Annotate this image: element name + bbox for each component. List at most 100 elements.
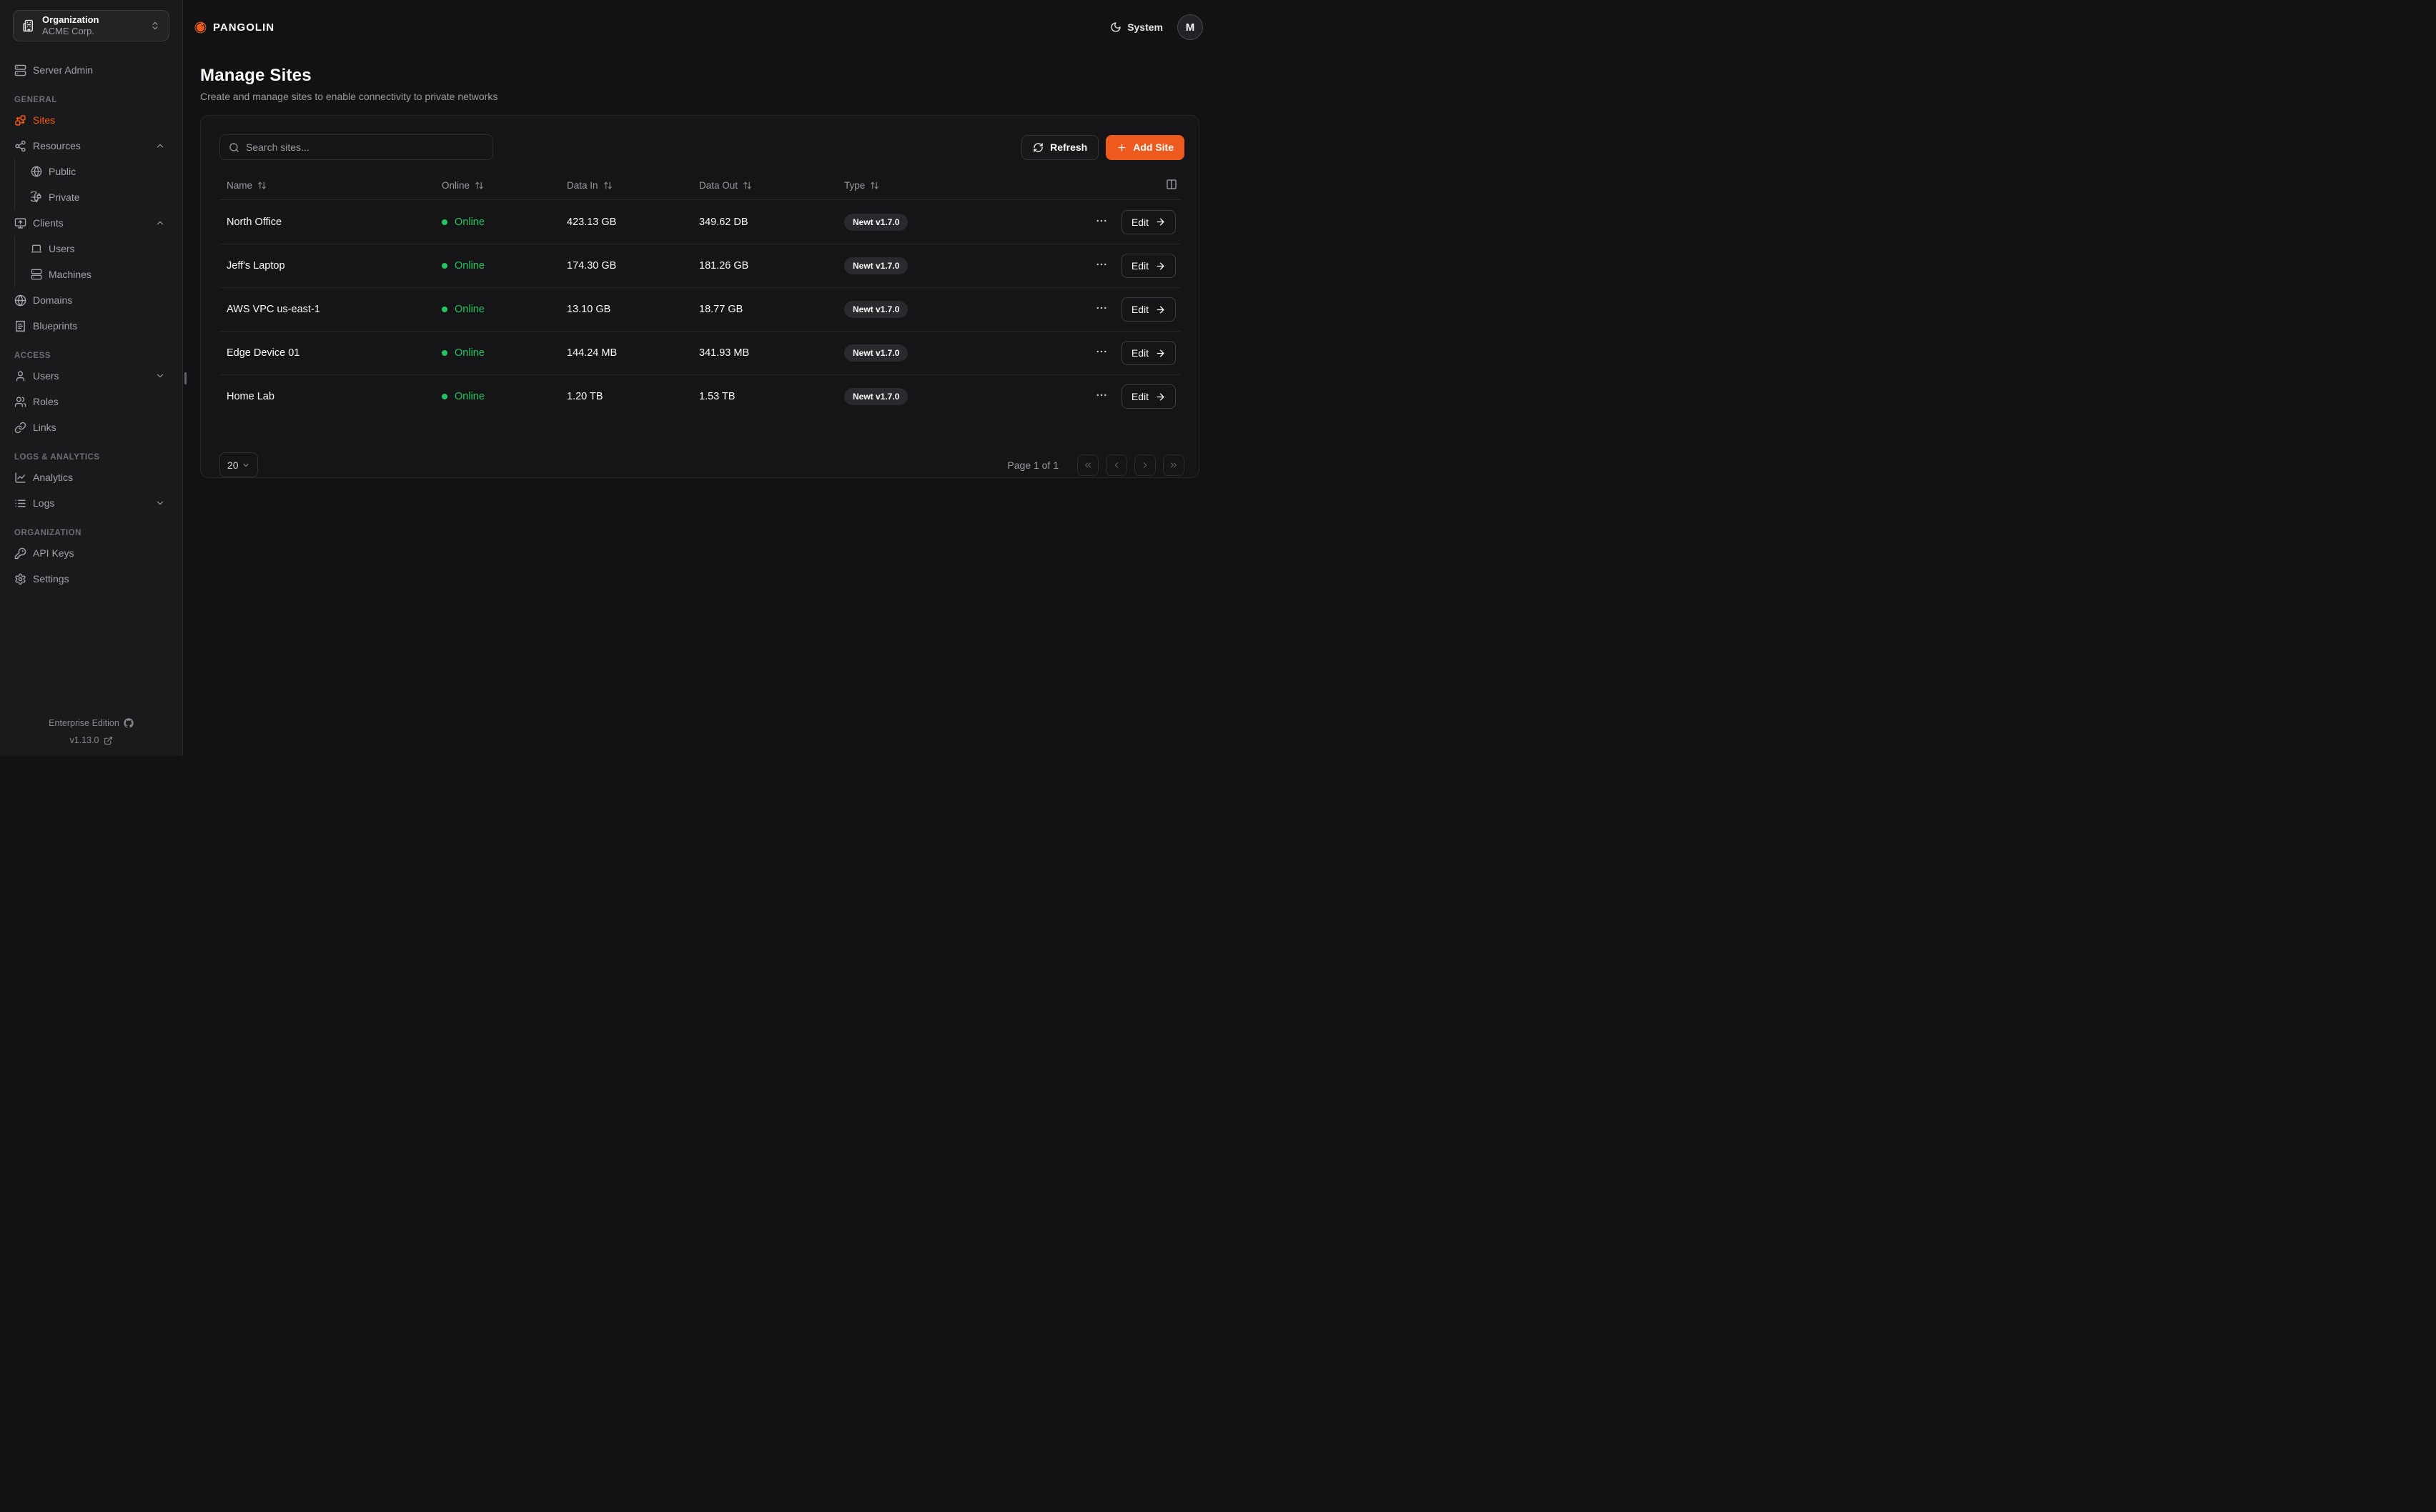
sidebar-item-label: Roles bbox=[33, 396, 165, 407]
column-header-online[interactable]: Online bbox=[442, 180, 567, 191]
sidebar-item-label: Analytics bbox=[33, 472, 165, 483]
first-page-button[interactable] bbox=[1077, 454, 1099, 476]
org-selector-label: Organization bbox=[42, 14, 143, 26]
sort-icon bbox=[475, 181, 484, 190]
sidebar-item-users[interactable]: Users bbox=[10, 363, 172, 389]
theme-toggle[interactable]: System bbox=[1110, 21, 1163, 33]
edit-button[interactable]: Edit bbox=[1122, 210, 1176, 234]
sidebar-item-domains[interactable]: Domains bbox=[10, 287, 172, 313]
page-title: Manage Sites bbox=[200, 66, 1199, 86]
nav-section-label: LOGS & ANALYTICS bbox=[10, 453, 172, 462]
sort-icon bbox=[603, 181, 613, 190]
row-menu-button[interactable] bbox=[1095, 302, 1108, 317]
server-icon bbox=[31, 269, 42, 280]
arrow-right-icon bbox=[1155, 348, 1166, 359]
site-type-cell: Newt v1.7.0 bbox=[844, 344, 1087, 362]
combine-icon bbox=[14, 114, 26, 126]
sidebar-item-public[interactable]: Public bbox=[15, 159, 172, 184]
pagination: 20 Page 1 of 1 bbox=[201, 442, 1199, 477]
row-menu-button[interactable] bbox=[1095, 258, 1108, 274]
org-selector-value: ACME Corp. bbox=[42, 26, 143, 37]
table-body: North OfficeOnline423.13 GB349.62 DBNewt… bbox=[201, 200, 1199, 442]
brand: PANGOLIN bbox=[194, 21, 274, 34]
chart-icon bbox=[14, 472, 26, 484]
sidebar-item-blueprints[interactable]: Blueprints bbox=[10, 313, 172, 339]
sidebar-item-machines[interactable]: Machines bbox=[15, 262, 172, 287]
next-page-button[interactable] bbox=[1134, 454, 1156, 476]
sidebar-item-label: Machines bbox=[49, 269, 165, 280]
refresh-button[interactable]: Refresh bbox=[1021, 135, 1099, 160]
sidebar: Organization ACME Corp. Server AdminGENE… bbox=[0, 0, 183, 756]
moon-icon bbox=[1110, 21, 1122, 33]
sidebar-item-label: Settings bbox=[33, 573, 165, 585]
column-header-type[interactable]: Type bbox=[844, 180, 1087, 191]
sidebar-item-label: Sites bbox=[33, 114, 165, 126]
online-label: Online bbox=[455, 304, 485, 315]
version-label: v1.13.0 bbox=[69, 732, 99, 749]
topbar: PANGOLIN System M bbox=[183, 0, 1218, 54]
sidebar-item-private[interactable]: Private bbox=[15, 184, 172, 210]
sidebar-subgroup-clients: Users Machines bbox=[14, 236, 172, 287]
sidebar-item-server-admin[interactable]: Server Admin bbox=[10, 57, 172, 83]
type-badge: Newt v1.7.0 bbox=[844, 301, 908, 318]
sidebar-item-api-keys[interactable]: API Keys bbox=[10, 540, 172, 566]
toggle-columns-button[interactable] bbox=[1166, 179, 1177, 192]
edition-label: Enterprise Edition bbox=[49, 715, 119, 732]
sidebar-item-label: Users bbox=[49, 243, 165, 254]
sidebar-item-client-users[interactable]: Users bbox=[15, 236, 172, 262]
site-type-cell: Newt v1.7.0 bbox=[844, 301, 1087, 318]
sidebar-item-roles[interactable]: Roles bbox=[10, 389, 172, 414]
sidebar-item-analytics[interactable]: Analytics bbox=[10, 464, 172, 490]
sidebar-item-settings[interactable]: Settings bbox=[10, 566, 172, 592]
edit-button[interactable]: Edit bbox=[1122, 384, 1176, 409]
ellipsis-icon bbox=[1095, 345, 1108, 358]
plus-icon bbox=[1116, 142, 1127, 153]
site-name-cell: North Office bbox=[219, 217, 442, 228]
site-type-cell: Newt v1.7.0 bbox=[844, 257, 1087, 274]
avatar[interactable]: M bbox=[1177, 14, 1203, 40]
chevron-down-icon bbox=[155, 498, 165, 508]
sidebar-item-resources[interactable]: Resources bbox=[10, 133, 172, 159]
row-menu-button[interactable] bbox=[1095, 345, 1108, 361]
sidebar-item-links[interactable]: Links bbox=[10, 414, 172, 440]
edit-button[interactable]: Edit bbox=[1122, 341, 1176, 365]
external-link-icon[interactable] bbox=[104, 736, 113, 745]
edit-button[interactable]: Edit bbox=[1122, 297, 1176, 322]
column-header-label: Data Out bbox=[699, 180, 738, 191]
sidebar-item-sites[interactable]: Sites bbox=[10, 107, 172, 133]
site-status-cell: Online bbox=[442, 304, 567, 315]
sidebar-scrollbar-thumb[interactable] bbox=[184, 372, 187, 384]
online-dot bbox=[442, 394, 447, 399]
sort-icon bbox=[257, 181, 267, 190]
site-status-cell: Online bbox=[442, 391, 567, 402]
column-header-data-in[interactable]: Data In bbox=[567, 180, 699, 191]
monitor-up-icon bbox=[14, 217, 26, 229]
edit-button[interactable]: Edit bbox=[1122, 254, 1176, 278]
avatar-initial: M bbox=[1186, 21, 1195, 34]
sidebar-item-logs[interactable]: Logs bbox=[10, 490, 172, 516]
arrow-right-icon bbox=[1155, 217, 1166, 227]
sidebar-item-clients[interactable]: Clients bbox=[10, 210, 172, 236]
row-menu-button[interactable] bbox=[1095, 214, 1108, 230]
add-site-button[interactable]: Add Site bbox=[1106, 135, 1184, 160]
refresh-label: Refresh bbox=[1050, 141, 1087, 153]
prev-page-button[interactable] bbox=[1106, 454, 1127, 476]
column-header-data-out[interactable]: Data Out bbox=[699, 180, 844, 191]
search-input[interactable] bbox=[246, 141, 484, 153]
sidebar-item-label: Server Admin bbox=[33, 64, 165, 76]
github-icon[interactable] bbox=[124, 718, 134, 728]
last-page-button[interactable] bbox=[1163, 454, 1184, 476]
main-area: PANGOLIN System M Manage Sites Create an… bbox=[183, 0, 1218, 756]
columns-icon bbox=[1166, 179, 1177, 190]
online-label: Online bbox=[455, 347, 485, 359]
sidebar-item-label: API Keys bbox=[33, 547, 165, 559]
chevron-left-icon bbox=[1111, 460, 1122, 470]
org-selector[interactable]: Organization ACME Corp. bbox=[13, 10, 169, 41]
sidebar-item-label: Resources bbox=[33, 140, 149, 151]
receipt-icon bbox=[14, 320, 26, 332]
column-header-name[interactable]: Name bbox=[219, 180, 442, 191]
online-label: Online bbox=[455, 391, 485, 402]
page-size-select[interactable]: 20 bbox=[219, 452, 258, 477]
column-header-label: Online bbox=[442, 180, 470, 191]
row-menu-button[interactable] bbox=[1095, 389, 1108, 404]
